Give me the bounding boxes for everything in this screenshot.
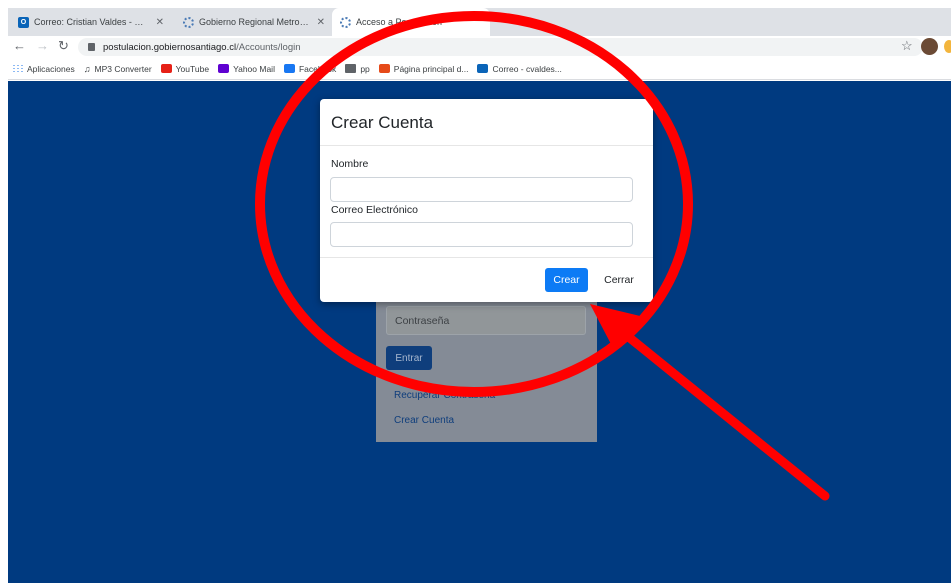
email-label: Correo Electrónico <box>331 204 418 216</box>
tab-title: Correo: Cristian Valdes - Outlo <box>34 17 150 27</box>
lock-icon <box>88 43 95 51</box>
outlook-icon: O <box>18 16 29 28</box>
bookmark-youtube[interactable]: YouTube <box>160 63 210 74</box>
bookmark-mp3-converter[interactable]: ♫ MP3 Converter <box>83 63 152 75</box>
url-path: /Accounts/login <box>236 41 301 53</box>
bookmark-label: Página principal d... <box>393 63 469 74</box>
close-button[interactable]: Cerrar <box>596 268 642 292</box>
bookmark-aplicaciones[interactable]: Aplicaciones <box>12 64 75 74</box>
bookmark-pagina-principal[interactable]: Página principal d... <box>378 63 469 74</box>
name-label: Nombre <box>331 158 369 170</box>
music-icon: ♫ <box>83 64 91 74</box>
bookmark-correo[interactable]: Correo - cvaldes... <box>477 63 562 74</box>
forward-arrow-icon[interactable]: → <box>36 38 49 53</box>
email-input[interactable] <box>330 222 633 247</box>
yahoo-icon <box>218 64 230 73</box>
bookmark-label: Facebook <box>298 63 337 74</box>
bookmarks-bar: Aplicaciones ♫ MP3 Converter YouTube Yaho… <box>8 58 951 80</box>
office-icon <box>378 64 390 73</box>
modal-title: Crear Cuenta <box>331 113 434 132</box>
youtube-icon <box>160 64 172 73</box>
modal-footer-divider <box>320 257 653 258</box>
facebook-icon <box>283 64 295 73</box>
bookmark-yahoo-mail[interactable]: Yahoo Mail <box>218 64 275 74</box>
create-button[interactable]: Crear <box>545 268 588 292</box>
url-domain: postulacion.gobiernosantiago.cl <box>103 41 237 53</box>
bookmark-label: Aplicaciones <box>27 63 75 74</box>
bookmark-pp[interactable]: pp <box>345 63 370 74</box>
browser-window: O Correo: Cristian Valdes - Outlo ✕ Gobi… <box>0 0 951 583</box>
tab-title: Acceso a Postulación <box>356 17 443 27</box>
bookmark-star-icon[interactable]: ☆ <box>901 38 913 54</box>
tab-title: Gobierno Regional Metropolita <box>199 17 311 27</box>
address-bar[interactable]: postulacion.gobiernosantiago.cl/Accounts… <box>78 38 923 56</box>
create-account-modal: Crear Cuenta Nombre Correo Electrónico C… <box>320 99 653 302</box>
back-arrow-icon[interactable]: ← <box>13 38 26 53</box>
bookmark-facebook[interactable]: Facebook <box>283 63 337 74</box>
tab-correo[interactable]: O Correo: Cristian Valdes - Outlo ✕ <box>10 10 172 34</box>
bookmark-label: Yahoo Mail <box>233 63 275 74</box>
bookmark-label: Correo - cvaldes... <box>492 63 562 74</box>
tab-acceso[interactable]: Acceso a Postulación <box>332 8 490 36</box>
close-tab-icon[interactable]: ✕ <box>156 17 164 28</box>
bookmark-label: MP3 Converter <box>94 63 152 74</box>
reload-icon[interactable]: ↻ <box>58 38 69 54</box>
apps-grid-icon <box>12 64 23 73</box>
bookmark-label: pp <box>360 63 370 74</box>
bookmark-label: YouTube <box>175 63 210 74</box>
name-input[interactable] <box>330 177 633 202</box>
modal-header-divider <box>320 145 653 146</box>
tab-gobierno[interactable]: Gobierno Regional Metropolita ✕ <box>175 10 333 34</box>
profile-avatar[interactable] <box>921 38 938 55</box>
folder-icon <box>345 64 357 73</box>
outlook-icon <box>477 64 489 73</box>
gobierno-icon <box>183 16 194 28</box>
close-tab-icon[interactable]: ✕ <box>317 17 325 28</box>
extension-icon[interactable] <box>944 40 951 53</box>
gobierno-icon <box>340 16 351 28</box>
